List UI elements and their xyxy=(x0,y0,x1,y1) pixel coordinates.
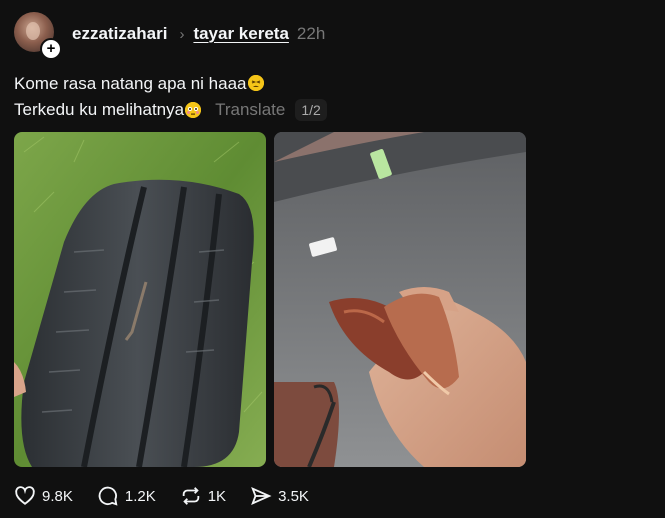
post-text-1: Kome rasa natang apa ni haaa xyxy=(14,74,247,93)
like-count: 9.8K xyxy=(42,487,73,505)
heart-icon xyxy=(15,486,35,505)
post-header: ezzatizahari › tayar kereta 22h xyxy=(72,24,325,44)
repost-count: 1K xyxy=(207,487,227,505)
post-text-2: Terkedu ku melihatnya xyxy=(14,100,185,119)
like-button[interactable]: 9.8K xyxy=(14,485,73,507)
post-time: 22h xyxy=(296,24,326,43)
follow-plus-icon[interactable]: + xyxy=(40,38,62,60)
avatar-container[interactable]: + xyxy=(14,12,62,60)
post-text-line-1: Kome rasa natang apa ni haaa xyxy=(14,74,264,94)
image-pager: 1/2 xyxy=(295,99,327,121)
send-icon xyxy=(251,486,272,506)
post-image-object[interactable] xyxy=(274,132,526,467)
flushed-face-emoji-icon xyxy=(185,102,202,118)
repost-icon xyxy=(182,487,199,505)
tired-face-emoji-icon xyxy=(247,75,264,91)
share-button[interactable]: 3.5K xyxy=(250,485,309,507)
repost-button[interactable]: 1K xyxy=(180,485,226,507)
translate-link[interactable]: Translate xyxy=(215,100,285,120)
post-text-line-2: Terkedu ku melihatnya Translate 1/2 xyxy=(14,99,327,121)
share-count: 3.5K xyxy=(278,487,309,505)
speech-bubble-icon xyxy=(98,486,118,506)
comment-count: 1.2K xyxy=(124,487,156,505)
username[interactable]: ezzatizahari xyxy=(72,24,167,44)
post-actions: 9.8K 1.2K 1K 3.5K xyxy=(14,485,333,507)
post-image-tire[interactable] xyxy=(14,132,266,467)
chevron-right-icon: › xyxy=(179,25,185,43)
topic-link[interactable]: tayar kereta xyxy=(193,24,288,44)
comment-button[interactable]: 1.2K xyxy=(97,485,156,507)
